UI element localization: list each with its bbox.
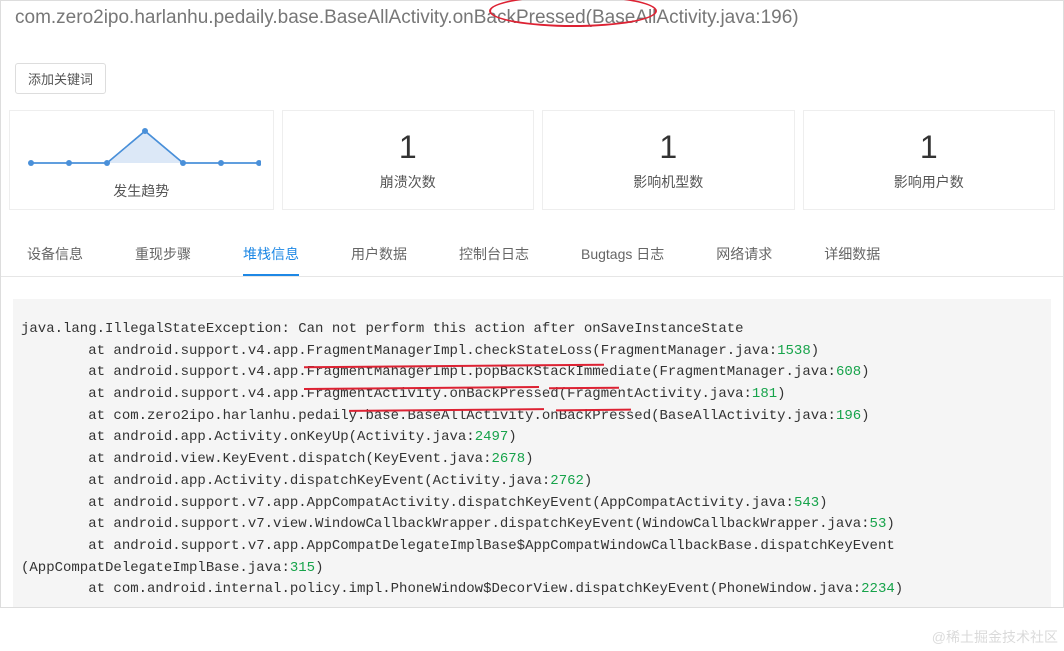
add-keyword-button[interactable]: 添加关键词 bbox=[15, 63, 106, 94]
trace-line: at android.support.v7.app.AppCompatDeleg… bbox=[21, 536, 1043, 558]
tab-5[interactable]: Bugtags 日志 bbox=[581, 234, 664, 276]
trace-line: at com.zero2ipo.harlanhu.pedaily.base.Ba… bbox=[21, 406, 1043, 428]
stat-value: 1 bbox=[808, 129, 1051, 166]
trace-line: at android.app.Activity.dispatchKeyEvent… bbox=[21, 471, 1043, 493]
trend-chart bbox=[21, 123, 261, 179]
stat-label: 影响机型数 bbox=[547, 172, 790, 192]
title-text: com.zero2ipo.harlanhu.pedaily.base.BaseA… bbox=[15, 7, 799, 28]
stack-wrap: java.lang.IllegalStateException: Can not… bbox=[1, 299, 1063, 607]
trace-line: at com.android.internal.policy.impl.Phon… bbox=[21, 579, 1043, 601]
trace-line: at android.support.v7.view.WindowCallbac… bbox=[21, 514, 1043, 536]
trace-line: at android.support.v4.app.FragmentManage… bbox=[21, 362, 1043, 384]
stack-trace: java.lang.IllegalStateException: Can not… bbox=[13, 299, 1051, 607]
stat-card-users: 1 影响用户数 bbox=[803, 110, 1056, 210]
tab-4[interactable]: 控制台日志 bbox=[459, 234, 529, 276]
stat-card-devices: 1 影响机型数 bbox=[542, 110, 795, 210]
stat-value: 1 bbox=[547, 129, 790, 166]
add-keyword-label: 添加关键词 bbox=[28, 72, 93, 87]
tab-6[interactable]: 网络请求 bbox=[716, 234, 772, 276]
tab-7[interactable]: 详细数据 bbox=[824, 234, 880, 276]
watermark: @稀土掘金技术社区 bbox=[932, 627, 1058, 647]
trace-line: (AppCompatDelegateImplBase.java:315) bbox=[21, 558, 1043, 580]
stat-card-crashes: 1 崩溃次数 bbox=[282, 110, 535, 210]
trace-line: at android.support.v7.app.AppCompatActiv… bbox=[21, 493, 1043, 515]
trace-line: at android.support.v4.app.FragmentManage… bbox=[21, 341, 1043, 363]
stats-row: 发生趋势 1 崩溃次数 1 影响机型数 1 影响用户数 bbox=[1, 104, 1063, 212]
tab-1[interactable]: 重现步骤 bbox=[135, 234, 191, 276]
trend-label: 发生趋势 bbox=[20, 181, 263, 201]
page-title: com.zero2ipo.harlanhu.pedaily.base.BaseA… bbox=[1, 1, 1063, 33]
trace-line: at android.support.v4.app.FragmentActivi… bbox=[21, 384, 1043, 406]
tabs: 设备信息 重现步骤 堆栈信息 用户数据 控制台日志 Bugtags 日志 网络请求 详细数据 bbox=[1, 234, 1063, 277]
tab-2[interactable]: 堆栈信息 bbox=[243, 234, 299, 276]
trace-line: at android.app.Activity.onKeyUp(Activity… bbox=[21, 427, 1043, 449]
trend-card: 发生趋势 bbox=[9, 110, 274, 210]
trace-line: at android.view.KeyEvent.dispatch(KeyEve… bbox=[21, 449, 1043, 471]
exception-line: java.lang.IllegalStateException: Can not… bbox=[21, 319, 1043, 341]
tab-3[interactable]: 用户数据 bbox=[351, 234, 407, 276]
stat-label: 影响用户数 bbox=[808, 172, 1051, 192]
stat-label: 崩溃次数 bbox=[287, 172, 530, 192]
stat-value: 1 bbox=[287, 129, 530, 166]
tab-0[interactable]: 设备信息 bbox=[27, 234, 83, 276]
